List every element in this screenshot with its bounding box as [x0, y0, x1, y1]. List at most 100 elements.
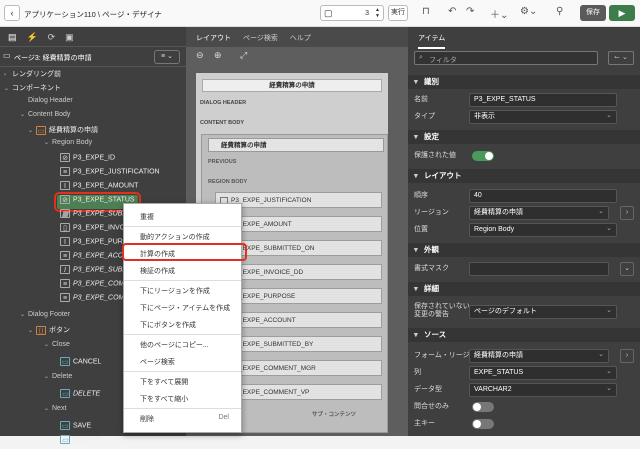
hidden-item-icon: ⊘ [60, 195, 70, 204]
tree-button-cancel[interactable]: ▭ CANCEL [60, 357, 101, 371]
undo-icon[interactable]: ↶ [448, 6, 456, 17]
tree-node-region[interactable]: ⌄ ▭ 経費精算の申請 [28, 125, 98, 139]
zoom-in-icon[interactable]: ⊕ [214, 50, 222, 61]
go-to-form-region-button[interactable]: › [620, 349, 634, 363]
add-icon[interactable]: ＋⌄ [490, 6, 508, 21]
tree-item[interactable]: I P3_EXPE_AMOUNT [60, 181, 138, 195]
number-item-icon: I [60, 181, 70, 190]
tree-node-content-body[interactable]: ⌄ Content Body [20, 111, 70, 125]
expand-icon[interactable]: ⤢ [240, 50, 247, 61]
page-title: アプリケーション110 \ ページ・デザイナ [24, 10, 162, 19]
tree-node-close[interactable]: ⌄ Close [44, 341, 70, 355]
prop-position: 位置 Region Body [408, 222, 640, 238]
menu-item-copy-to-other-page[interactable]: 他のページにコピー... [140, 340, 209, 350]
page-number-value[interactable]: 3 [365, 10, 369, 17]
processing-tab-icon[interactable]: ⟳ [48, 32, 56, 43]
chevron-down-icon: ⌄ [28, 328, 34, 334]
menu-item-create-page-item-below[interactable]: 下にページ・アイテムを作成 [140, 303, 230, 313]
tab-page-search[interactable]: ページ検索 [243, 33, 278, 47]
chevron-down-icon: ⌄ [44, 342, 50, 348]
delete-shortcut: Del [218, 414, 229, 421]
previous-slot-label: PREVIOUS [208, 159, 237, 165]
tree-node-dialog-header[interactable]: Dialog Header [28, 97, 73, 111]
shared-components-tab-icon[interactable]: ▣ [65, 32, 74, 43]
rendering-tab-icon[interactable]: ▤ [8, 32, 17, 43]
query-only-toggle[interactable] [472, 402, 494, 412]
tree-menu-button[interactable]: ≡ ⌄ [154, 50, 180, 64]
page-icon: ▢ [324, 8, 333, 18]
button-icon: ▭ [60, 421, 70, 430]
menu-item-create-region-below[interactable]: 下にリージョンを作成 [140, 286, 210, 296]
section-source[interactable]: ソース [408, 328, 640, 342]
position-select[interactable]: Region Body [469, 223, 617, 237]
form-region-select[interactable]: 経費精算の申請 [469, 349, 609, 363]
spinner-icon[interactable]: ▲ ▼ [375, 7, 380, 19]
run-page-button[interactable]: 実行 [388, 5, 408, 21]
tree-node-next[interactable]: ⌄ Next [44, 405, 66, 419]
tab-help[interactable]: ヘルプ [290, 33, 311, 47]
tree-button-delete[interactable]: ▭ DELETE [60, 389, 100, 403]
protected-toggle[interactable] [472, 151, 494, 161]
prop-region: リージョン 経費精算の申請 › [408, 205, 640, 221]
tree-button-create[interactable]: ▭ CREATE [60, 435, 101, 449]
menu-item-create-dynamic-action[interactable]: 動的アクションの作成 [140, 232, 210, 242]
data-type-select[interactable]: VARCHAR2 [469, 383, 617, 397]
property-view-selector[interactable]: ⌙ ⌄ [608, 51, 634, 65]
go-to-region-button[interactable]: › [620, 206, 634, 220]
wrench-icon[interactable]: ⚙⌄ [520, 6, 537, 17]
menu-item-duplicate[interactable]: 重複 [140, 212, 154, 222]
column-select[interactable]: EXPE_STATUS [469, 366, 617, 380]
name-field[interactable]: P3_EXPE_STATUS [469, 93, 617, 107]
lock-icon[interactable]: ⊓ [422, 6, 430, 17]
tree-node-delete[interactable]: ⌄ Delete [44, 373, 72, 387]
back-button[interactable]: ‹ [4, 5, 20, 21]
warn-unsaved-select[interactable]: ページのデフォルト [469, 305, 617, 319]
section-identification[interactable]: 識別 [408, 75, 640, 89]
tree-item[interactable]: ≡ P3_EXPE_JUSTIFICATION [60, 167, 160, 181]
top-toolbar: ‹ アプリケーション110 \ ページ・デザイナ ▢ 3 ▲ ▼ 実行 ⊓ ↶ ↷… [0, 0, 640, 27]
tree-node-dialog-footer[interactable]: ⌄ Dialog Footer [20, 311, 70, 325]
tab-item[interactable]: アイテム [418, 33, 446, 49]
zoom-out-icon[interactable]: ⊖ [196, 50, 204, 61]
filter-input[interactable]: ⌕ フィルタ [414, 51, 598, 65]
tree-node-components[interactable]: ⌄ コンポーネント [4, 83, 61, 97]
run-button[interactable]: ▶ [609, 5, 635, 21]
menu-item-delete[interactable]: 削除 [140, 414, 154, 424]
app-title[interactable]: アプリケーション110 [24, 10, 96, 19]
section-settings[interactable]: 設定 [408, 130, 640, 144]
tree-button-save[interactable]: ▭ SAVE [60, 421, 91, 435]
tree-node-buttons[interactable]: ⌄ ⟨⟩ ボタン [28, 325, 70, 339]
canvas-region-header[interactable]: 経費精算の申請 [208, 138, 384, 152]
buttons-icon: ⟨⟩ [36, 325, 46, 335]
menu-item-create-validation[interactable]: 検証の作成 [140, 266, 175, 276]
region-select[interactable]: 経費精算の申請 [469, 206, 609, 220]
tree-node-region-body[interactable]: ⌄ Region Body [44, 139, 92, 153]
shared-components-icon[interactable]: ⚲ [556, 6, 563, 17]
prop-query-only: 問合せのみ [408, 399, 640, 415]
section-advanced[interactable]: 詳細 [408, 282, 640, 296]
content-body-label: CONTENT BODY [200, 120, 244, 126]
menu-item-expand-all[interactable]: 下をすべて展開 [140, 377, 188, 387]
save-button[interactable]: 保存 [580, 5, 606, 21]
textarea-item-icon: ≡ [60, 279, 70, 288]
menu-item-create-button-below[interactable]: 下にボタンを作成 [140, 320, 196, 330]
prop-type: タイプ 非表示 [408, 109, 640, 125]
format-mask-picker[interactable]: ⌄ [620, 262, 634, 276]
page-header-row[interactable]: ▭ ページ3: 経費精算の申請 ≡ ⌄ [0, 47, 186, 67]
menu-item-page-search[interactable]: ページ検索 [140, 357, 175, 367]
dynamic-actions-tab-icon[interactable]: ⚡ [26, 32, 37, 43]
section-appearance[interactable]: 外観 [408, 243, 640, 257]
chevron-down-icon: ⌄ [20, 112, 26, 118]
tree-node-pre-rendering[interactable]: › レンダリング前 [4, 69, 61, 83]
chevron-down-icon: ⌄ [20, 312, 26, 318]
primary-key-toggle[interactable] [472, 419, 494, 429]
canvas-page-title[interactable]: 経費精算の申請 [202, 79, 382, 92]
menu-item-collapse-all[interactable]: 下をすべて縮小 [140, 394, 188, 404]
section-layout[interactable]: レイアウト [408, 169, 640, 183]
format-mask-field[interactable] [469, 262, 609, 276]
type-select[interactable]: 非表示 [469, 110, 617, 124]
sequence-field[interactable]: 40 [469, 189, 617, 203]
tree-item[interactable]: ⊘ P3_EXPE_ID [60, 153, 115, 167]
redo-icon[interactable]: ↷ [466, 6, 474, 17]
page-number-selector[interactable]: ▢ 3 ▲ ▼ [320, 5, 384, 21]
